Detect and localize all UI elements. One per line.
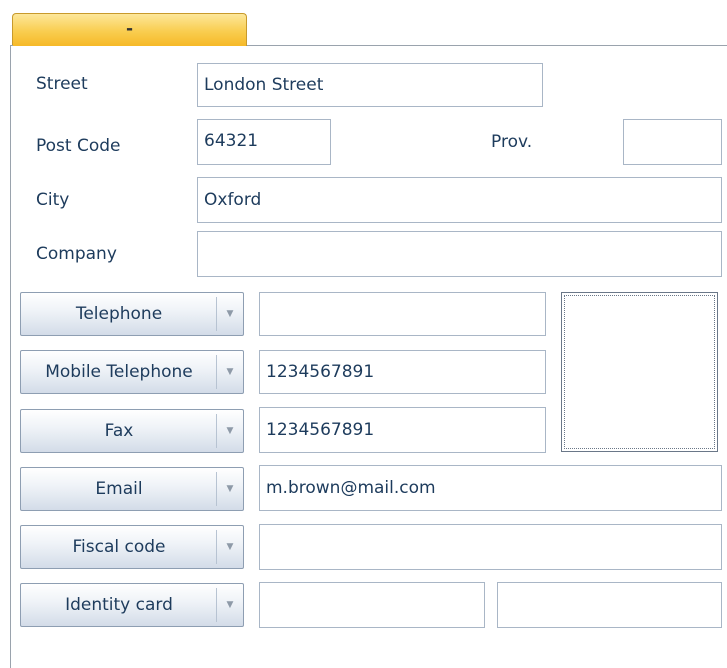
chevron-down-icon[interactable]: ▼: [217, 351, 243, 393]
contact-value-email[interactable]: m.brown@mail.com: [259, 465, 722, 511]
contact-value-fax[interactable]: 1234567891: [259, 407, 546, 453]
contact-type-dropdown-fiscal-code[interactable]: Fiscal code ▼: [20, 525, 244, 569]
contact-value-identity-card-secondary[interactable]: [497, 582, 722, 628]
city-field[interactable]: Oxford: [197, 177, 722, 223]
contact-type-label: Email: [95, 479, 143, 499]
contact-value-mobile[interactable]: 1234567891: [259, 350, 546, 394]
contact-type-dropdown-mobile[interactable]: Mobile Telephone ▼: [20, 350, 244, 394]
company-field[interactable]: [197, 231, 722, 277]
chevron-down-icon[interactable]: ▼: [217, 410, 243, 452]
contact-value-fiscal-code[interactable]: [259, 524, 722, 570]
photo-placeholder-icon[interactable]: [561, 292, 718, 452]
contact-type-label: Telephone: [75, 304, 163, 324]
postcode-field[interactable]: 64321: [197, 119, 331, 165]
panel-left-border: [10, 46, 11, 668]
street-field[interactable]: London Street: [197, 63, 543, 107]
tab-strip-line: [247, 45, 727, 46]
chevron-down-icon[interactable]: ▼: [217, 584, 243, 626]
contact-type-dropdown-identity-card[interactable]: Identity card ▼: [20, 583, 244, 627]
contact-value-telephone[interactable]: [259, 292, 546, 336]
contact-type-label: Fax: [104, 421, 134, 441]
contact-type-label: Fiscal code: [72, 537, 166, 557]
contact-value-identity-card[interactable]: [259, 582, 485, 628]
tab-label: -: [125, 19, 134, 39]
city-label: City: [36, 190, 70, 210]
tab-main[interactable]: -: [12, 13, 247, 46]
prov-label: Prov.: [491, 132, 533, 152]
chevron-down-icon[interactable]: ▼: [217, 293, 243, 335]
company-label: Company: [36, 244, 117, 264]
contact-type-label: Identity card: [65, 595, 173, 615]
contact-type-dropdown-email[interactable]: Email ▼: [20, 467, 244, 511]
contact-type-dropdown-telephone[interactable]: Telephone ▼: [20, 292, 244, 336]
contact-type-dropdown-fax[interactable]: Fax ▼: [20, 409, 244, 453]
chevron-down-icon[interactable]: ▼: [217, 526, 243, 568]
street-label: Street: [36, 74, 88, 94]
contact-type-label: Mobile Telephone: [45, 362, 193, 382]
postcode-label: Post Code: [36, 136, 121, 156]
chevron-down-icon[interactable]: ▼: [217, 468, 243, 510]
prov-field[interactable]: [623, 119, 722, 165]
